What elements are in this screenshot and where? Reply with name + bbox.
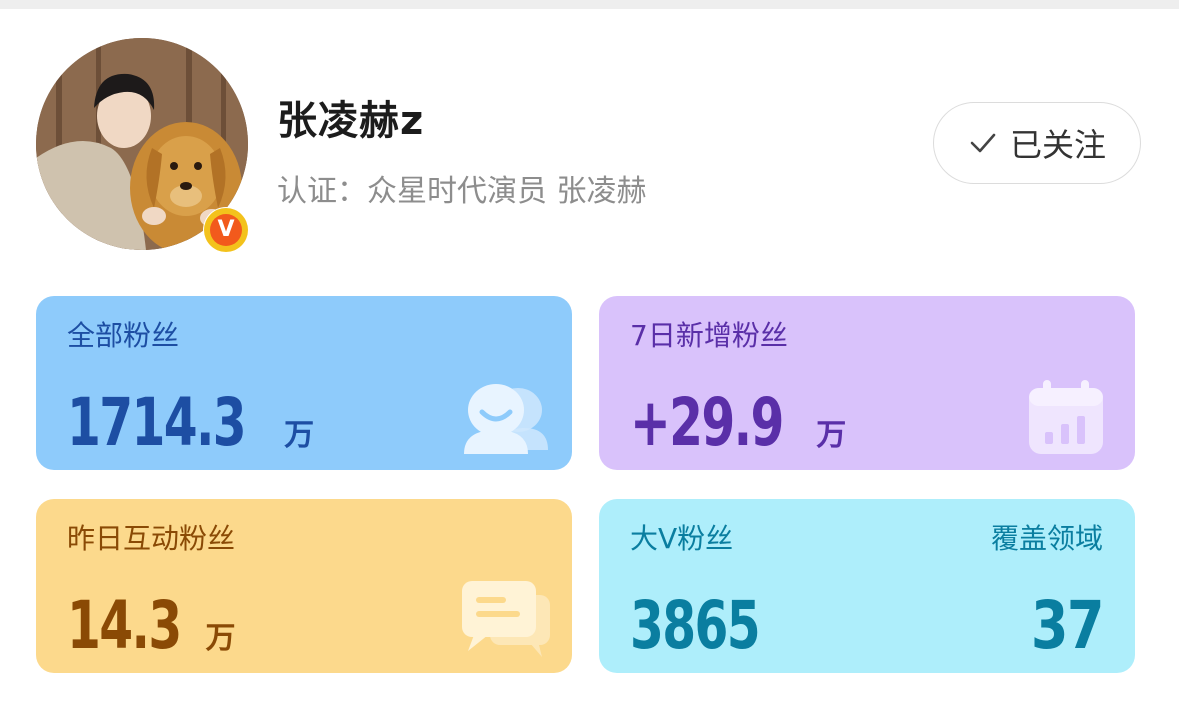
stat-card-bigv-fans[interactable]: 大V粉丝 覆盖领域 3865 37 [599,499,1135,673]
stat-number-bigv-fans: 3865 [630,587,761,664]
calendar-chart-icon [1029,380,1103,454]
follow-button-label: 已关注 [1009,126,1106,164]
stat-unit-new-fans-7d: 万 [816,418,847,453]
verified-badge: V [204,208,248,252]
stat-unit-interact-fans: 万 [205,621,236,656]
profile-name: 张凌赫z [277,98,425,144]
stat-card-interact-fans[interactable]: 昨日互动粉丝 14.3 万 [36,499,572,673]
chat-bubbles-icon [462,581,550,657]
stat-number-total-fans: 1714.3 [67,384,247,461]
stat-value-new-fans-7d: +29.9 万 [630,384,846,461]
check-icon [970,133,996,153]
stat-value-total-fans: 1714.3 万 [67,384,314,461]
stat-label-new-fans-7d: 7日新增粉丝 [630,319,788,352]
stat-value-interact-fans: 14.3 万 [67,587,236,664]
stat-number-interact-fans: 14.3 [67,587,182,664]
follow-button[interactable]: 已关注 [933,102,1141,184]
stat-unit-total-fans: 万 [284,418,315,453]
stat-label-interact-fans: 昨日互动粉丝 [67,522,236,555]
verified-v-icon: V [210,214,242,246]
stat-card-new-fans-7d[interactable]: 7日新增粉丝 +29.9 万 [599,296,1135,470]
stat-number-coverage: 37 [1030,587,1105,664]
stat-card-total-fans[interactable]: 全部粉丝 1714.3 万 [36,296,572,470]
stat-number-new-fans-7d: +29.9 [630,384,784,461]
stat-label-total-fans: 全部粉丝 [67,319,180,352]
users-icon [464,384,548,454]
stat-value-coverage: 37 [1015,587,1105,664]
stat-label-bigv-fans: 大V粉丝 [630,522,734,555]
profile-certification: 认证：众星时代演员 张凌赫 [277,174,647,209]
status-bar-strip [0,0,1179,9]
stat-value-bigv-fans: 3865 [630,587,787,664]
stat-label-coverage: 覆盖领域 [990,522,1103,555]
